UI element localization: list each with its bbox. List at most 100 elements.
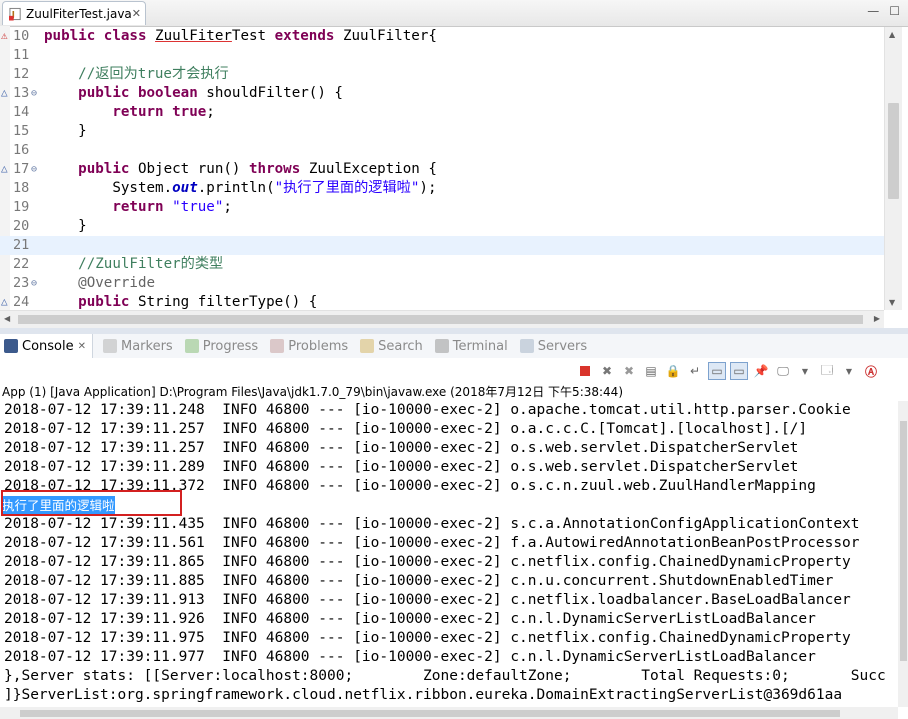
console-line[interactable]: 2018-07-12 17:39:11.257 INFO 46800 --- [… <box>4 439 798 458</box>
code-line[interactable]: 15 } <box>0 122 884 141</box>
scrollbar-thumb[interactable] <box>900 421 907 661</box>
console-line[interactable]: 2018-07-12 17:39:11.561 INFO 46800 --- [… <box>4 534 860 553</box>
code-line[interactable]: 21 <box>0 236 884 255</box>
view-menu-icon[interactable]: Ⓐ <box>862 362 880 380</box>
view-tab-servers[interactable]: Servers <box>519 339 587 354</box>
code-token: public class <box>44 28 156 44</box>
code-text: System.out.println("执行了里面的逻辑啦"); <box>44 179 436 198</box>
open-console-icon[interactable]: 🗔 <box>818 362 836 380</box>
show-on-stderr-icon[interactable]: ▭ <box>730 362 748 380</box>
code-line[interactable]: 20 } <box>0 217 884 236</box>
fold-toggle-icon[interactable]: ⊖ <box>31 160 37 179</box>
word-wrap-icon[interactable]: ↵ <box>686 362 704 380</box>
console-line[interactable]: 2018-07-12 17:39:11.289 INFO 46800 --- [… <box>4 458 798 477</box>
console-line[interactable]: 2018-07-12 17:39:11.975 INFO 46800 --- [… <box>4 629 851 648</box>
view-tab-search[interactable]: Search <box>360 339 423 354</box>
code-line[interactable]: ⚠ 10 public class ZuulFiterTest extends Zu… <box>0 27 884 46</box>
error-marker-icon[interactable]: ⚠ <box>1 27 8 45</box>
editor-tab-label: ZuulFiterTest.java <box>26 6 132 21</box>
console-line[interactable]: 2018-07-12 17:39:11.926 INFO 46800 --- [… <box>4 610 816 629</box>
code-token: } <box>44 218 87 234</box>
pin-console-icon[interactable]: 📌 <box>752 362 770 380</box>
code-text: //ZuulFilter的类型 <box>44 255 223 274</box>
clear-console-icon[interactable]: ▤ <box>642 362 660 380</box>
code-token: ZuulException { <box>308 161 437 177</box>
console-line[interactable]: 2018-07-12 17:39:11.257 INFO 46800 --- [… <box>4 420 807 439</box>
scrollbar-thumb[interactable] <box>18 315 863 324</box>
code-line[interactable]: △ 24 public String filterType() { <box>0 293 884 311</box>
remove-all-terminated-icon[interactable]: ✖ <box>620 362 638 380</box>
terminate-icon[interactable] <box>576 362 594 380</box>
close-tab-icon[interactable]: ✕ <box>132 7 141 20</box>
editor-tab-bar: J ZuulFiterTest.java ✕ — ☐ <box>0 0 908 27</box>
scroll-down-icon[interactable]: ▼ <box>889 298 895 307</box>
scroll-lock-icon[interactable]: 🔒 <box>664 362 682 380</box>
code-token: } <box>44 123 87 139</box>
code-line[interactable]: 11 <box>0 46 884 65</box>
console-line[interactable]: 2018-07-12 17:39:11.913 INFO 46800 --- [… <box>4 591 851 610</box>
editor-vertical-scrollbar[interactable]: ▲ ▼ <box>884 27 902 310</box>
console-toolbar: ✖ ✖ ▤ 🔒 ↵ ▭ ▭ 📌 🖵 ▼ 🗔 ▼ Ⓐ <box>576 360 880 382</box>
fold-toggle-icon[interactable]: ⊖ <box>31 274 37 293</box>
remove-launch-icon[interactable]: ✖ <box>598 362 616 380</box>
override-marker-icon[interactable]: △ <box>1 159 8 178</box>
code-line[interactable]: 23 ⊖ @Override <box>0 274 884 293</box>
scrollbar-thumb[interactable] <box>888 103 899 199</box>
code-line[interactable]: 14 return true; <box>0 103 884 122</box>
view-tab-problems[interactable]: Problems <box>270 339 348 354</box>
line-number: 11 <box>13 47 30 63</box>
code-area[interactable]: ⚠ 10 public class ZuulFiterTest extends Zu… <box>0 27 884 311</box>
code-line[interactable]: 12 //返回为true才会执行 <box>0 65 884 84</box>
code-token: ZuulFiter <box>155 28 232 44</box>
line-number: 12 <box>13 66 30 82</box>
chevron-down-icon[interactable]: ▼ <box>796 362 814 380</box>
java-file-icon: J <box>9 7 21 21</box>
code-line[interactable]: 19 return "true"; <box>0 198 884 217</box>
override-marker-icon[interactable]: △ <box>1 83 8 102</box>
code-token: ZuulFilter{ <box>342 28 437 44</box>
scrollbar-thumb[interactable] <box>20 710 840 717</box>
code-token: @Override <box>44 275 156 291</box>
editor-tab-zuulfitertest[interactable]: J ZuulFiterTest.java ✕ <box>2 1 146 25</box>
code-text: public class ZuulFiterTest extends ZuulF… <box>44 27 437 46</box>
code-text: @Override <box>44 274 155 293</box>
show-on-stdout-icon[interactable]: ▭ <box>708 362 726 380</box>
view-tab-progress[interactable]: Progress <box>184 339 258 354</box>
view-tab-label: Search <box>378 338 423 354</box>
scroll-left-icon[interactable]: ◀ <box>4 314 10 323</box>
console-line[interactable]: 2018-07-12 17:39:11.885 INFO 46800 --- [… <box>4 572 833 591</box>
override-marker-icon[interactable]: △ <box>1 292 8 311</box>
view-tab-console[interactable]: Console ✕ <box>0 334 93 358</box>
console-output[interactable]: 2018-07-12 17:39:11.248 INFO 46800 --- [… <box>0 401 898 707</box>
view-tab-markers[interactable]: Markers <box>103 339 173 354</box>
code-editor[interactable]: J ZuulFiterTest.java ✕ — ☐ ⚠ 10 public cla… <box>0 0 908 328</box>
line-number: 21 <box>13 237 30 253</box>
console-line[interactable]: 2018-07-12 17:39:11.248 INFO 46800 --- [… <box>4 401 851 420</box>
code-token: out <box>172 180 198 196</box>
display-selected-console-icon[interactable]: 🖵 <box>774 362 792 380</box>
code-token: public <box>44 161 138 177</box>
code-line[interactable]: △ 17 ⊖ public Object run() throws ZuulExce… <box>0 160 884 179</box>
console-line[interactable]: ]}ServerList:org.springframework.cloud.n… <box>4 686 842 705</box>
console-line[interactable]: 2018-07-12 17:39:11.977 INFO 46800 --- [… <box>4 648 816 667</box>
fold-toggle-icon[interactable]: ⊖ <box>31 84 37 103</box>
code-line[interactable]: 16 <box>0 141 884 160</box>
console-line[interactable]: },Server stats: [[Server:localhost:8000;… <box>4 667 886 686</box>
close-tab-icon[interactable]: ✕ <box>78 341 86 352</box>
console-horizontal-scrollbar[interactable] <box>0 707 898 719</box>
code-token: Object run() <box>137 161 250 177</box>
chevron-down-icon[interactable]: ▼ <box>840 362 858 380</box>
console-line[interactable]: 2018-07-12 17:39:11.435 INFO 46800 --- [… <box>4 515 860 534</box>
code-line[interactable]: △ 13 ⊖ public boolean shouldFilter() { <box>0 84 884 103</box>
view-tab-terminal[interactable]: Terminal <box>434 339 508 354</box>
editor-horizontal-scrollbar[interactable]: ◀ ▶ <box>0 310 884 328</box>
scroll-right-icon[interactable]: ▶ <box>874 314 880 323</box>
console-line[interactable]: 2018-07-12 17:39:11.865 INFO 46800 --- [… <box>4 553 851 572</box>
code-line[interactable]: 22 //ZuulFilter的类型 <box>0 255 884 274</box>
scroll-up-icon[interactable]: ▲ <box>889 30 895 39</box>
process-label: App (1) [Java Application] D:\Program Fi… <box>2 385 623 399</box>
maximize-icon[interactable]: ☐ <box>889 4 900 18</box>
code-line[interactable]: 18 System.out.println("执行了里面的逻辑啦"); <box>0 179 884 198</box>
minimize-icon[interactable]: — <box>867 4 879 18</box>
console-vertical-scrollbar[interactable] <box>898 401 908 707</box>
